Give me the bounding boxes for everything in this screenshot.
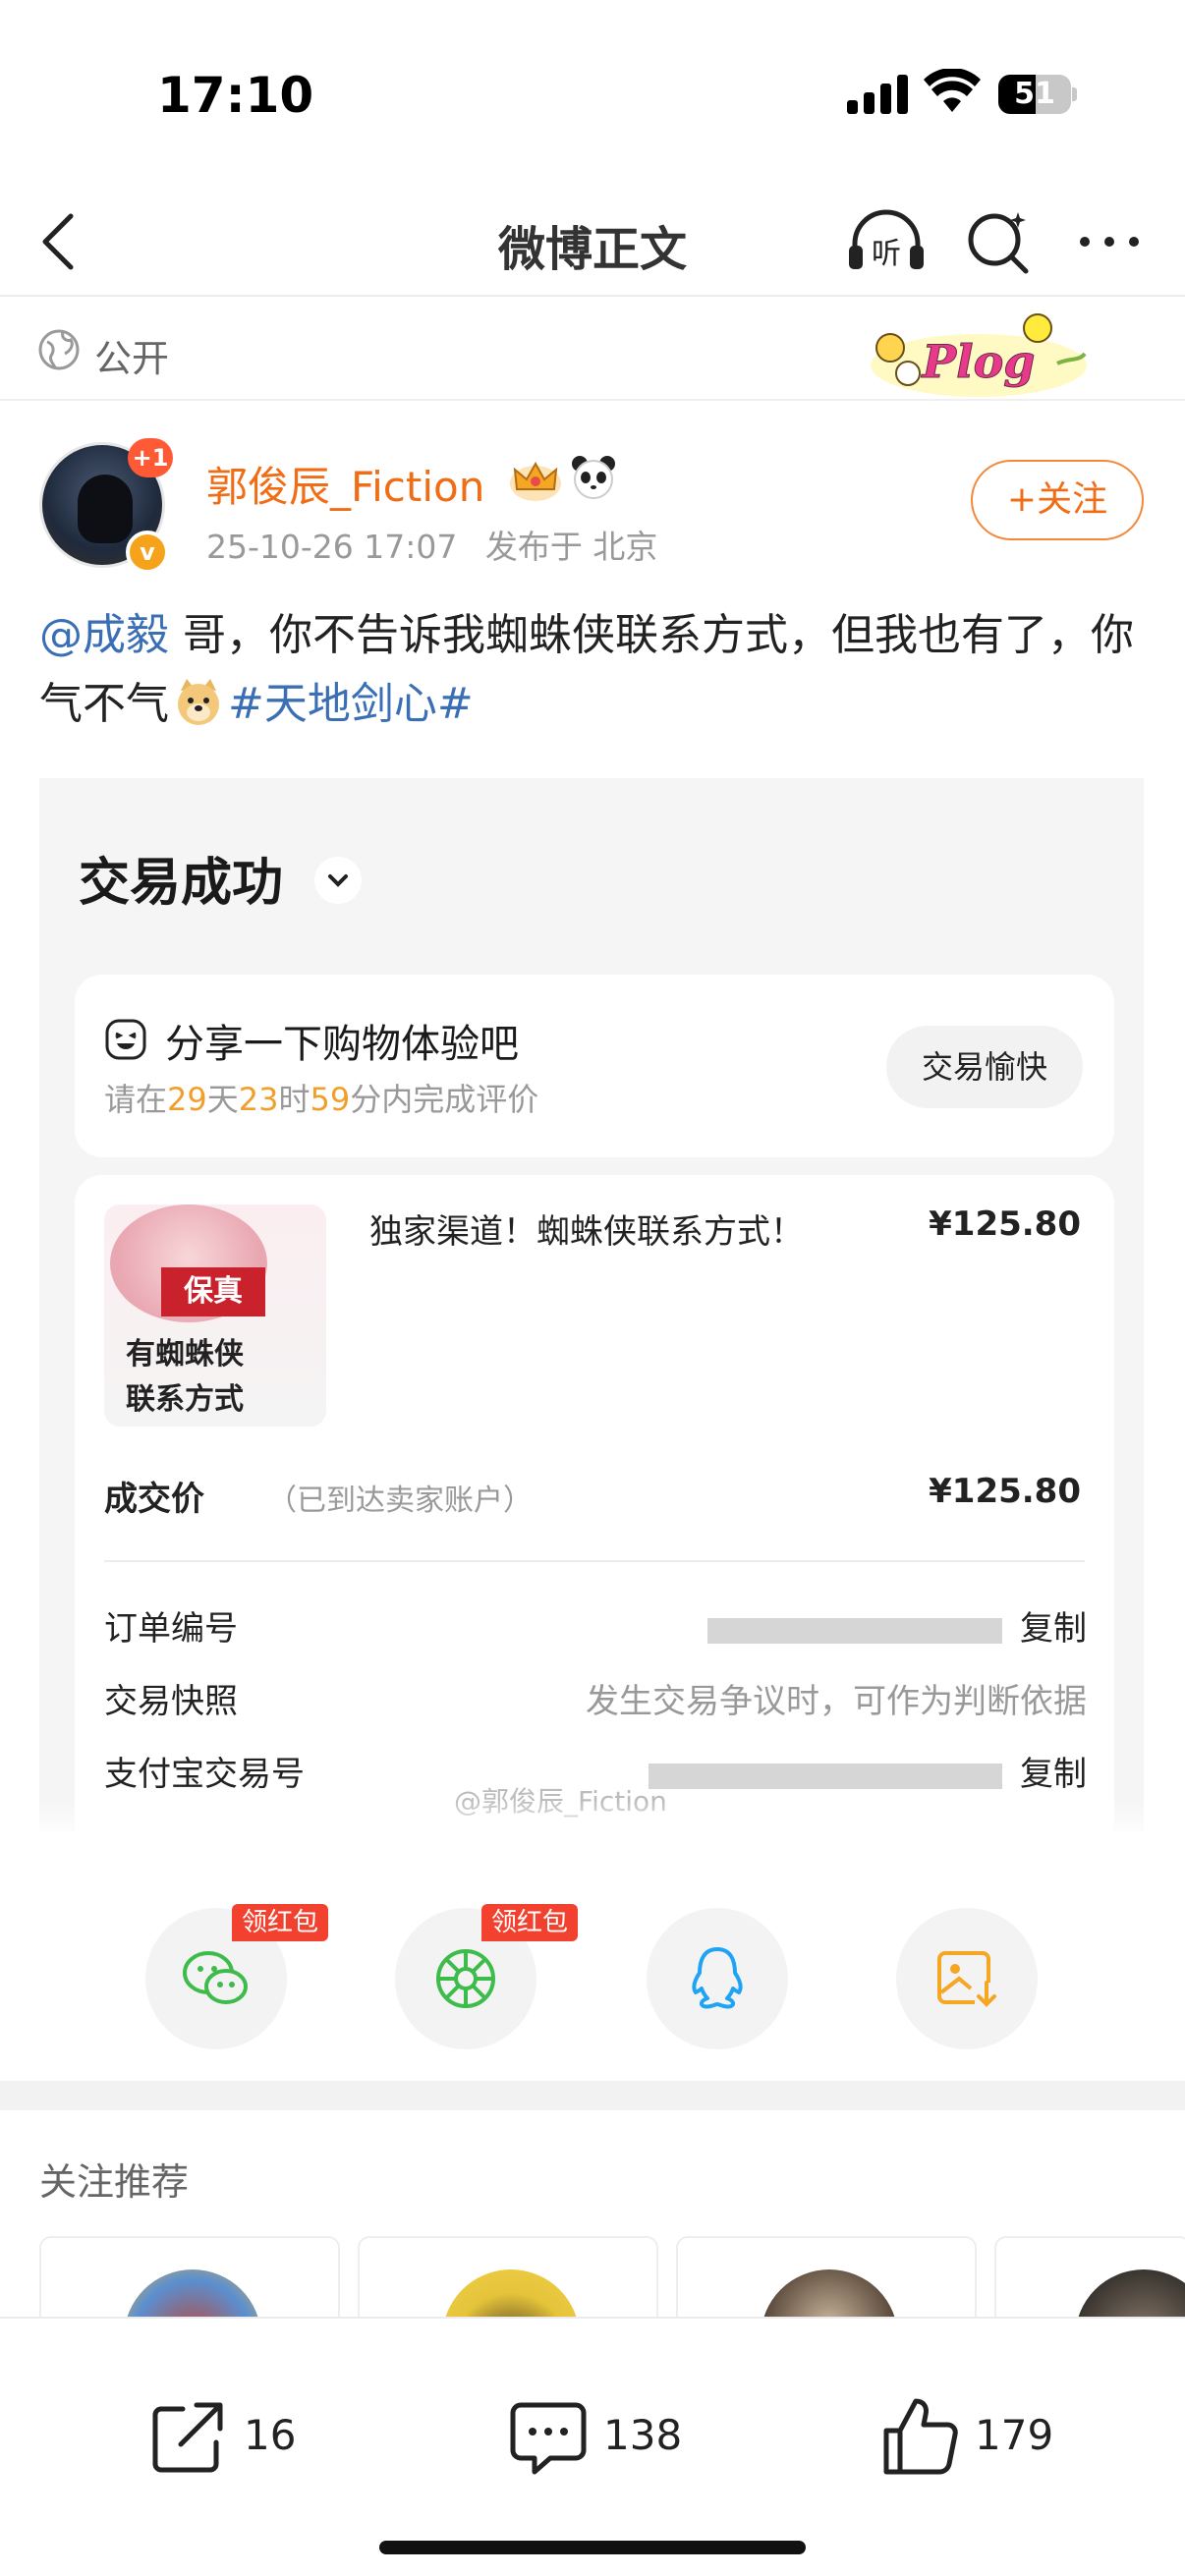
like-count: 179 xyxy=(975,2411,1054,2459)
battery-icon: 51 xyxy=(998,75,1077,114)
deal-note: （已到达卖家账户） xyxy=(267,1484,533,1518)
product-thumbnail: 保真 有蜘蛛侠 联系方式 xyxy=(104,1204,326,1427)
listen-icon[interactable]: 听 xyxy=(845,206,928,275)
signal-icon xyxy=(847,75,908,114)
home-indicator[interactable] xyxy=(379,2541,806,2554)
save-image-icon xyxy=(937,1951,1000,2012)
globe-icon xyxy=(38,329,80,370)
nav-bar: 微博正文 听 xyxy=(0,187,1185,297)
comment-count: 138 xyxy=(603,2411,683,2459)
visibility-row: 公开 Plog xyxy=(0,299,1185,401)
bottom-action-bar: 16 138 179 xyxy=(0,2317,1185,2576)
redpack-badge: 领红包 xyxy=(232,1904,329,1941)
crown-icon[interactable] xyxy=(507,454,564,503)
plog-sticker[interactable]: Plog xyxy=(861,305,1097,403)
status-time: 17:10 xyxy=(157,67,314,124)
repost-icon xyxy=(152,2402,223,2473)
section-divider xyxy=(0,2081,1185,2110)
save-image-button[interactable] xyxy=(896,1908,1038,2049)
review-deadline: 请在29天23时59分内完成评价 xyxy=(104,1081,539,1118)
qq-icon xyxy=(692,1947,743,2009)
order-number-row: 订单编号 复制 xyxy=(104,1609,1087,1649)
visibility-label: 公开 xyxy=(94,337,170,380)
topic-link[interactable]: #天地剑心# xyxy=(228,679,474,729)
post-location: 发布于 北京 xyxy=(484,528,658,566)
order-card: 保真 有蜘蛛侠 联系方式 独家渠道！蜘蛛侠联系方式！ ¥125.80 成交价 （… xyxy=(75,1175,1114,1831)
search-icon[interactable] xyxy=(963,206,1034,277)
like-icon xyxy=(883,2398,958,2475)
verified-badge: v xyxy=(126,531,169,574)
share-qq-button[interactable] xyxy=(647,1908,788,2049)
repost-count: 16 xyxy=(244,2411,297,2459)
redacted-value xyxy=(649,1763,1002,1789)
product-price: ¥125.80 xyxy=(929,1204,1081,1244)
review-card: 分享一下购物体验吧 请在29天23时59分内完成评价 交易愉快 xyxy=(75,975,1114,1157)
happy-trade-button: 交易愉快 xyxy=(886,1026,1083,1108)
chevron-down-icon xyxy=(314,857,362,904)
doge-emoji-icon xyxy=(178,679,219,725)
post-date: 25-10-26 17:07 xyxy=(206,528,458,566)
plus-badge: +1 xyxy=(128,438,173,477)
svg-text:听: 听 xyxy=(872,237,901,271)
wifi-icon xyxy=(924,69,981,112)
product-name: 独家渠道！蜘蛛侠联系方式！ xyxy=(369,1212,804,1252)
more-icon[interactable] xyxy=(1075,206,1144,277)
post-meta: 25-10-26 17:07 发布于 北京 xyxy=(206,521,675,568)
post-image[interactable]: 交易成功 分享一下购物体验吧 请在29天23时59分内完成评价 交易愉快 保真 … xyxy=(39,778,1144,1831)
trade-status-title: 交易成功 xyxy=(79,854,284,913)
battery-level: 51 xyxy=(1014,77,1055,111)
deal-label: 成交价 xyxy=(104,1480,204,1519)
thumb-text: 有蜘蛛侠 联系方式 xyxy=(126,1337,244,1417)
post-text: @成毅 哥，你不告诉我蜘蛛侠联系方式，但我也有了，你气不气 #天地剑心# xyxy=(39,601,1150,739)
smile-icon xyxy=(105,1019,146,1060)
redpack-badge: 领红包 xyxy=(481,1904,579,1941)
status-bar: 17:10 51 xyxy=(0,0,1185,187)
deal-price: ¥125.80 xyxy=(929,1472,1081,1511)
share-experience-title: 分享一下购物体验吧 xyxy=(165,1022,519,1067)
panda-icon[interactable] xyxy=(570,454,617,501)
moments-icon xyxy=(436,1949,495,2008)
divider xyxy=(104,1560,1085,1562)
author-name[interactable]: 郭俊辰_Fiction xyxy=(206,454,484,514)
thumb-label: 保真 xyxy=(161,1267,265,1316)
snapshot-row: 交易快照 发生交易争议时，可作为判断依据 xyxy=(104,1682,1087,1721)
redacted-value xyxy=(707,1617,1002,1644)
follow-button[interactable]: +关注 xyxy=(971,460,1144,540)
comment-icon xyxy=(510,2402,587,2475)
recommend-title: 关注推荐 xyxy=(39,2160,190,2204)
plog-sticker-text: Plog xyxy=(921,335,1036,388)
mention-link[interactable]: @成毅 xyxy=(39,610,169,660)
wechat-icon xyxy=(183,1951,248,2004)
